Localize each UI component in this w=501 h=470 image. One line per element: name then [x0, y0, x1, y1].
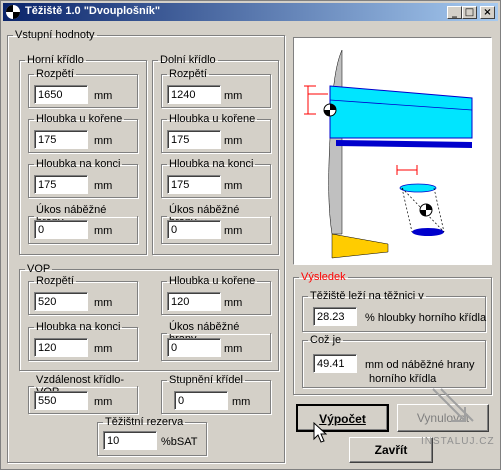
cg-percent-output: 28.23 — [313, 307, 357, 326]
reserve-label: Těžištní rezerva — [105, 416, 184, 428]
minimize-button[interactable]: _ — [447, 6, 462, 19]
mm-result-label: Což je — [310, 334, 342, 346]
maximize-button[interactable]: □ — [462, 6, 477, 19]
upper-root-label: Hloubka u kořene — [36, 113, 123, 125]
watermark-text: INSTALUJ.CZ — [421, 436, 495, 447]
cg-marker-main — [323, 103, 337, 117]
window-title: Těžiště 1.0 "Dvouplošník" — [25, 5, 161, 17]
lower-sweep-input[interactable]: 0 — [167, 220, 221, 239]
lower-wing-title: Dolní křídlo — [160, 54, 216, 66]
vop-root-unit: mm — [224, 297, 243, 309]
upper-wing-title: Horní křídlo — [27, 54, 84, 66]
vop-span-input[interactable]: 520 — [34, 292, 88, 311]
mouse-cursor-icon — [313, 422, 327, 443]
upper-sweep-unit: mm — [94, 225, 113, 237]
lower-root-input[interactable]: 175 — [167, 130, 221, 149]
stagger-unit: mm — [232, 396, 251, 408]
distance-unit: mm — [94, 396, 113, 408]
lower-tip-unit: mm — [224, 180, 243, 192]
cg-mm-unit-line1: mm od náběžné hrany — [365, 359, 475, 371]
biplane-diagram — [293, 37, 492, 265]
app-window: Těžiště 1.0 "Dvouplošník" _ □ × Vstupní … — [0, 0, 501, 470]
vop-span-unit: mm — [94, 297, 113, 309]
upper-tip-unit: mm — [94, 180, 113, 192]
result-title: Výsledek — [301, 271, 346, 283]
vop-tip-input[interactable]: 120 — [34, 338, 88, 357]
compute-button[interactable]: Výpočet — [296, 404, 389, 432]
reserve-unit: %bSAT — [161, 436, 198, 448]
title-bar[interactable]: Těžiště 1.0 "Dvouplošník" _ □ × — [3, 3, 498, 21]
input-values-title: Vstupní hodnoty — [15, 29, 95, 41]
upper-tip-input[interactable]: 175 — [34, 175, 88, 194]
upper-span-unit: mm — [94, 90, 113, 102]
stagger-label: Stupnění křídel — [169, 374, 243, 386]
lower-wing-shape — [336, 140, 472, 148]
watermark-arrow-icon — [432, 388, 474, 422]
lower-sweep-unit: mm — [224, 225, 243, 237]
cg-percent-unit: % hloubky horního křídla — [365, 312, 487, 324]
reserve-input[interactable]: 10 — [103, 431, 157, 450]
close-window-button[interactable]: × — [480, 6, 495, 19]
lower-tip-label: Hloubka na konci — [169, 158, 254, 170]
tail-shape — [331, 233, 389, 259]
upper-root-unit: mm — [94, 135, 113, 147]
vop-sweep-input[interactable]: 0 — [167, 338, 221, 357]
upper-tip-label: Hloubka na konci — [36, 158, 121, 170]
cg-mm-unit-line2: horního křídla — [369, 373, 437, 385]
distance-input[interactable]: 550 — [34, 391, 88, 410]
vop-sweep-unit: mm — [224, 343, 243, 355]
lower-span-label: Rozpětí — [169, 68, 207, 80]
upper-wing-shape — [329, 85, 473, 139]
vop-tip-label: Hloubka na konci — [36, 321, 121, 333]
vop-tip-unit: mm — [94, 343, 113, 355]
vop-span-label: Rozpětí — [36, 275, 74, 287]
vop-root-label: Hloubka u kořene — [169, 275, 256, 287]
side-view-shape — [396, 165, 445, 236]
lower-root-unit: mm — [224, 135, 243, 147]
upper-root-input[interactable]: 175 — [34, 130, 88, 149]
upper-span-label: Rozpětí — [36, 68, 74, 80]
upper-span-input[interactable]: 1650 — [34, 85, 88, 104]
cg-diagram-svg — [304, 49, 473, 259]
lower-span-unit: mm — [224, 90, 243, 102]
lower-span-input[interactable]: 1240 — [167, 85, 221, 104]
stagger-input[interactable]: 0 — [174, 391, 228, 410]
cg-result-label: Těžiště leží na těžnici v — [310, 290, 424, 302]
vop-title: VOP — [27, 263, 51, 275]
lower-root-label: Hloubka u kořene — [169, 113, 256, 125]
cg-mm-output: 49.41 — [313, 354, 357, 373]
lower-tip-input[interactable]: 175 — [167, 175, 221, 194]
cg-app-icon — [6, 5, 20, 19]
vop-root-input[interactable]: 120 — [167, 292, 221, 311]
upper-sweep-input[interactable]: 0 — [34, 220, 88, 239]
